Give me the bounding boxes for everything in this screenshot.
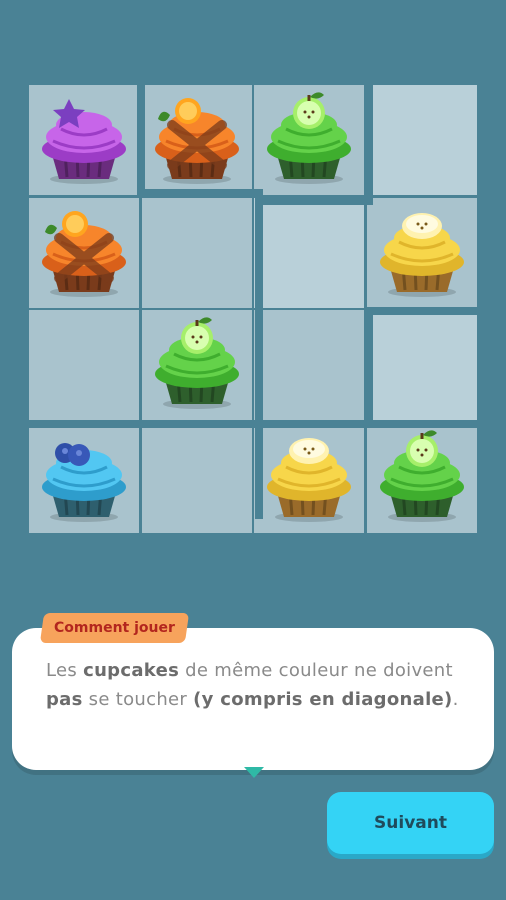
board-cell[interactable]	[254, 85, 364, 195]
board-cell[interactable]	[366, 310, 477, 420]
green-cupcake-icon	[154, 317, 239, 409]
region-wall	[255, 197, 373, 205]
board-cell[interactable]	[29, 85, 139, 195]
purple-cupcake-icon	[42, 99, 126, 184]
board-cell[interactable]	[29, 422, 139, 533]
board-cell[interactable]	[254, 422, 364, 533]
orange-cupcake-crossed-icon	[154, 98, 239, 184]
next-button[interactable]: Suivant	[327, 792, 494, 854]
board-cell[interactable]	[366, 85, 477, 195]
region-wall	[29, 420, 479, 428]
board-cell[interactable]	[141, 85, 252, 195]
tip-tag: Comment jouer	[39, 613, 189, 643]
board-cell[interactable]	[141, 310, 252, 420]
board-cell[interactable]	[29, 310, 139, 420]
board-cell[interactable]	[141, 197, 252, 308]
board-cell[interactable]	[141, 422, 252, 533]
yellow-cupcake-icon	[267, 437, 351, 522]
board-cell[interactable]	[366, 422, 477, 533]
green-cupcake-icon	[379, 429, 464, 522]
tip-text: Les cupcakes de même couleur ne doivent …	[46, 660, 459, 710]
region-wall	[365, 85, 373, 195]
green-cupcake-icon	[267, 92, 351, 184]
puzzle-board	[29, 85, 485, 535]
board-cell[interactable]	[29, 197, 139, 308]
region-wall	[365, 307, 485, 315]
region-wall	[365, 307, 373, 422]
blue-cupcake-icon	[42, 442, 126, 522]
board-cell[interactable]	[254, 197, 364, 308]
yellow-cupcake-icon	[379, 212, 464, 297]
board-cell[interactable]	[366, 197, 477, 308]
tip-pointer-icon	[244, 767, 264, 778]
region-wall	[255, 189, 263, 519]
region-wall	[137, 85, 145, 197]
orange-cupcake-crossed-icon	[42, 210, 126, 297]
board-cell[interactable]	[254, 310, 364, 420]
region-wall	[137, 189, 255, 197]
